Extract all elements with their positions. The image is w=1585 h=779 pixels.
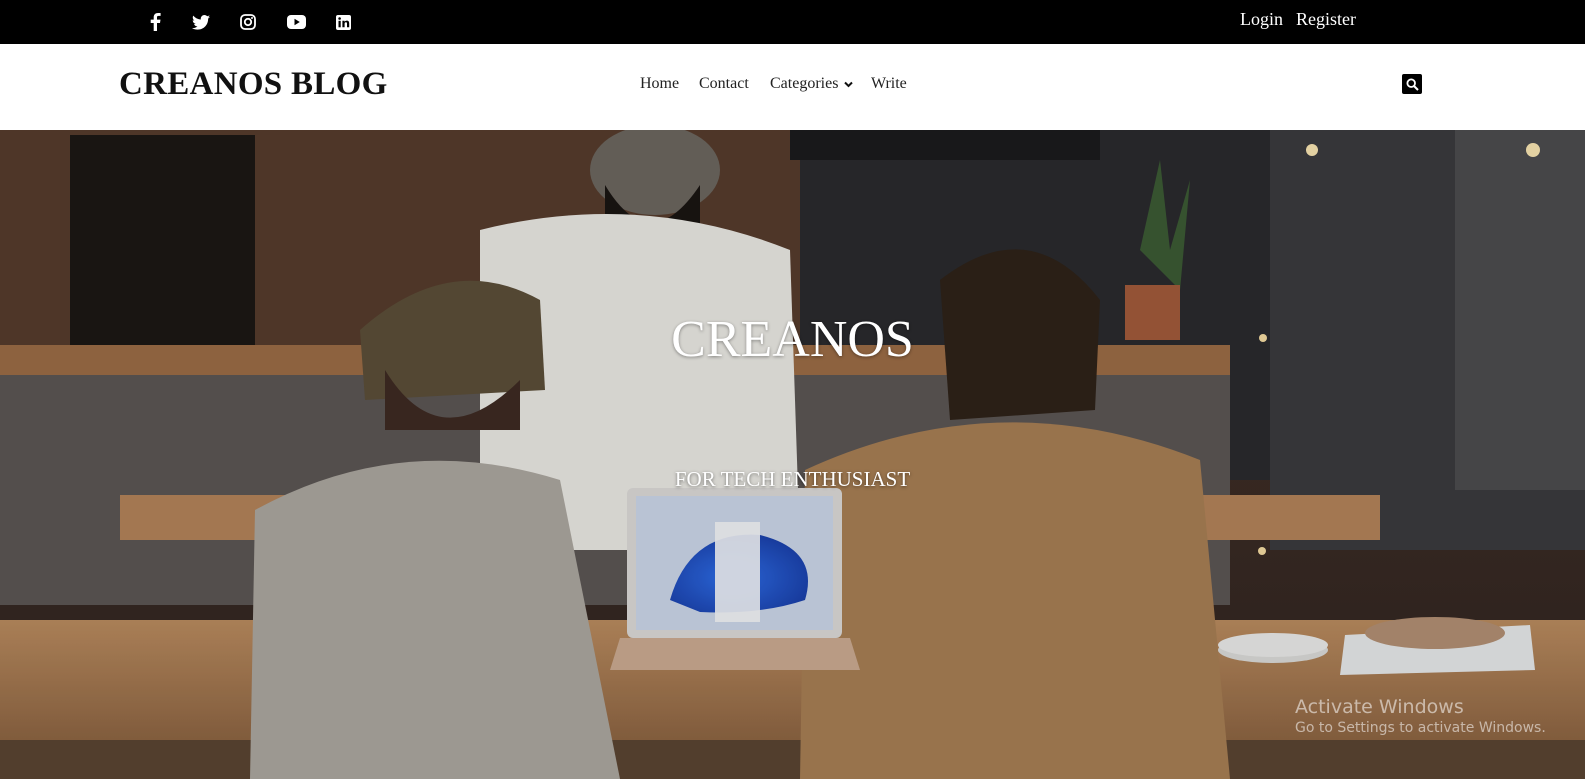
search-button[interactable]: [1402, 74, 1422, 94]
nav-contact[interactable]: Contact: [699, 75, 749, 93]
activate-windows-watermark: Activate Windows Go to Settings to activ…: [1295, 696, 1546, 736]
nav-categories[interactable]: Categories: [770, 75, 854, 93]
chevron-down-icon: [844, 81, 854, 88]
watermark-subtitle: Go to Settings to activate Windows.: [1295, 720, 1546, 736]
main-header: CREANOS BLOG Home Contact Categories Wri…: [0, 44, 1585, 130]
hero-title: CREANOS: [671, 311, 914, 368]
nav-home[interactable]: Home: [640, 75, 679, 93]
login-link[interactable]: Login: [1240, 9, 1283, 30]
instagram-icon[interactable]: [236, 10, 260, 34]
search-icon: [1405, 77, 1419, 91]
youtube-icon[interactable]: [284, 10, 308, 34]
linkedin-icon[interactable]: [331, 10, 355, 34]
hero-subtitle: FOR TECH ENTHUSIAST: [674, 467, 911, 491]
hero-background-image: [0, 130, 1585, 779]
twitter-icon[interactable]: [189, 10, 213, 34]
top-bar: Login Register: [0, 0, 1585, 44]
register-link[interactable]: Register: [1296, 9, 1356, 30]
nav-write[interactable]: Write: [871, 75, 907, 93]
hero-banner: CREANOS FOR TECH ENTHUSIAST Activate Win…: [0, 130, 1585, 779]
facebook-icon[interactable]: [143, 10, 167, 34]
watermark-title: Activate Windows: [1295, 696, 1464, 718]
nav-categories-label: Categories: [770, 75, 839, 92]
site-logo[interactable]: CREANOS BLOG: [119, 66, 388, 103]
